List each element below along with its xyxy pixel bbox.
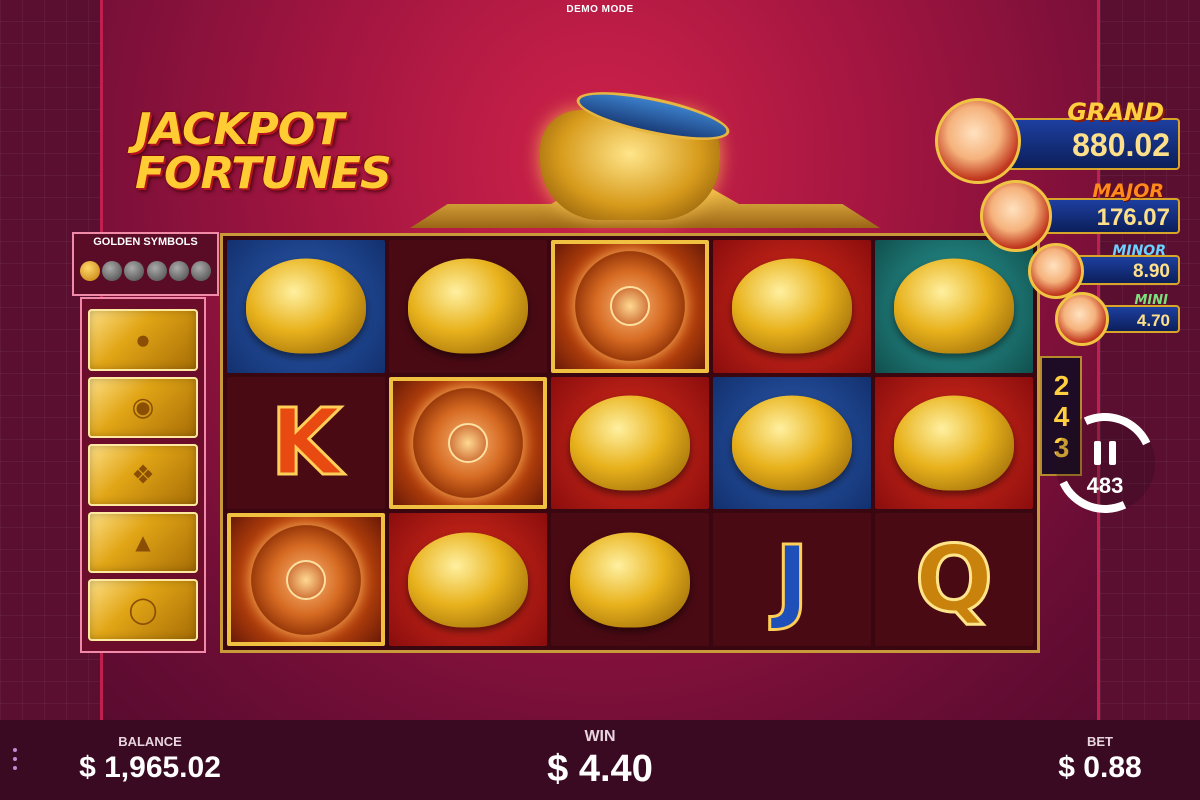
jackpot-mini-avatar [1055,292,1109,346]
balance-value: $ 1,965.02 [79,751,221,784]
golden-symbols-panel: GOLDEN SYMBOLS [72,232,219,296]
reel-cell [389,513,547,646]
reel-cell [227,513,385,646]
jackpot-grand-avatar [935,98,1021,184]
jackpot-grand-label: GRAND [1067,98,1164,126]
gold-coins-icon [570,532,690,628]
letter-q-symbol: Q [913,525,994,633]
reel-cell: Q [875,513,1033,646]
reel-cell [875,240,1033,373]
bet-display[interactable]: BET $ 0.88 [1040,734,1160,785]
golden-ingot-tile: ▲ [88,511,198,574]
jackpot-mini-value: 4.70 [1136,311,1170,330]
win-display: WIN $ 4.40 [500,728,700,791]
reel-cell [713,376,871,510]
golden-symbols-title: GOLDEN SYMBOLS [93,236,198,248]
balance-display: BALANCE $ 1,965.02 [60,734,240,785]
reel-cell [389,376,547,510]
golden-koi-tile: ❖ [88,444,198,506]
money-toad-icon [408,532,528,628]
reel-cell [875,376,1033,510]
golden-symbols-column: ● ◉ ❖ ▲ ◯ [80,297,206,653]
golden-turtle-tile: ◉ [88,376,198,439]
koi-fish-icon [732,395,852,491]
reel-cell [227,240,385,373]
toad-coin-icon [80,261,100,281]
medallion-icon [575,251,685,362]
letter-j-symbol: J [773,525,810,633]
logo-line-2: FORTUNES [135,148,392,199]
golden-coins-tile: ◯ [88,579,198,641]
gold-coins-icon [408,258,528,354]
money-toad-icon [570,395,690,491]
reel-cell: J [713,513,871,646]
gold-ingots-icon [894,258,1014,354]
golden-toad-tile: ● [88,309,198,371]
balance-label: BALANCE [118,734,182,749]
menu-icon[interactable] [13,748,17,770]
coins-icon [190,261,211,281]
koi-fish-icon [246,258,366,354]
reel-grid: K JQ [220,233,1040,653]
jackpot-minor-value: 8.90 [1133,261,1170,282]
jackpot-minor-label: MINOR [1112,243,1166,259]
koi-icon [146,261,167,281]
turtle-icon: ◉ [131,391,155,422]
win-label: WIN [584,728,616,745]
game-logo: JACKPOT FORTUNES [135,108,415,196]
jackpot-major-value: 176.07 [1096,204,1170,231]
letter-k-symbol: K [269,388,343,496]
jackpot-mini-label: MINI [1134,293,1169,308]
toad-icon: ● [135,324,151,355]
medallion-icon [413,387,523,498]
turtle-icon [124,261,145,281]
golden-symbols-icon-row [80,254,211,288]
ingot-icon: ▲ [130,527,156,558]
reel-cell [389,240,547,373]
jackpot-major-label: MAJOR [1092,180,1164,202]
reel-cell [551,240,709,373]
reel-cell [713,240,871,373]
bet-value: $ 0.88 [1058,751,1142,784]
reel-cell [551,376,709,510]
jackpot-minor-avatar [1028,243,1084,299]
win-value: $ 4.40 [547,748,653,790]
jackpot-grand-value: 880.02 [1072,127,1170,163]
demo-mode-label: DEMO MODE [566,4,634,15]
bet-label: BET [1087,734,1113,749]
reel-cell [551,513,709,646]
medallion-icon [251,524,361,635]
autoplay-count: 483 [1086,473,1124,498]
autoplay-stop-button[interactable]: 483 [1040,398,1170,528]
ingot-icon [168,261,189,281]
bottom-status-bar: BALANCE $ 1,965.02 WIN $ 4.40 BET $ 0.88 [0,720,1200,800]
koi-icon: ❖ [131,459,155,490]
reel-cell: K [227,376,385,510]
coins-icon: ◯ [128,594,158,625]
pause-icon [1094,441,1116,465]
money-toad-icon [894,395,1014,491]
money-toad-icon [732,258,852,354]
jackpot-major-avatar [980,180,1052,252]
toad-icon [102,261,123,281]
